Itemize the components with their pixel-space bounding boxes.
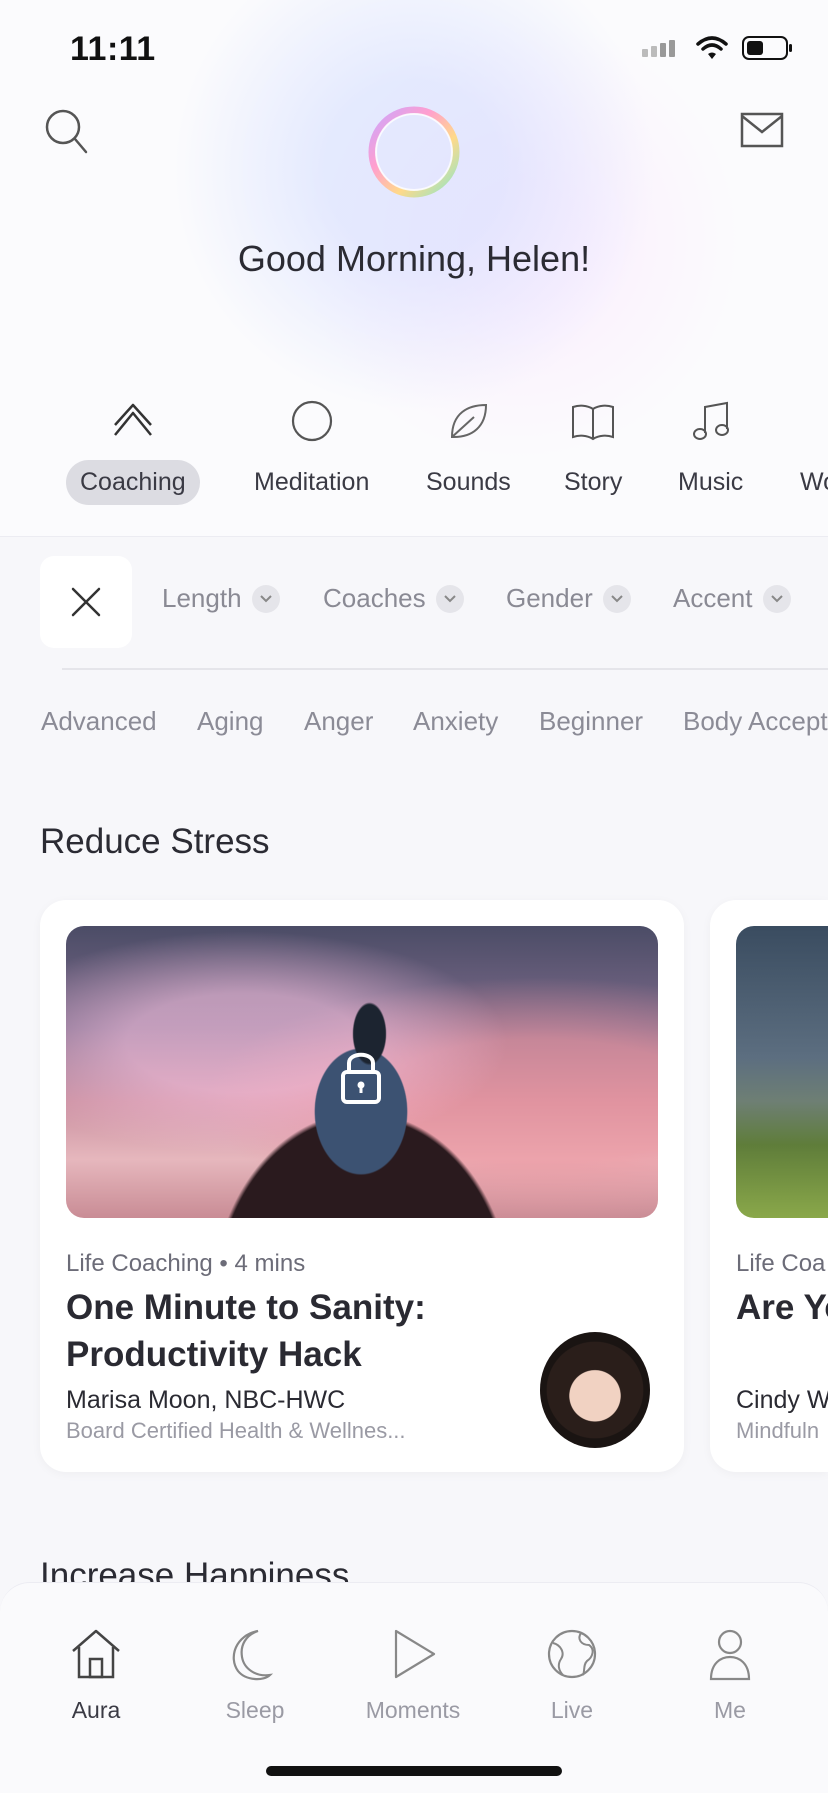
tab-label: Sounds [426, 468, 511, 496]
card-image [736, 926, 828, 1218]
nav-label: Live [550, 1697, 594, 1723]
chevron-down-icon [435, 584, 464, 613]
nav-live[interactable]: Live [512, 1627, 632, 1724]
play-icon [394, 1629, 436, 1679]
chevron-down-icon [762, 584, 791, 613]
battery-icon [742, 36, 792, 60]
nav-moments[interactable]: Moments [353, 1627, 473, 1724]
filter-label: Coaches [323, 583, 426, 613]
tag-aging[interactable]: Aging [197, 706, 264, 737]
tag-anxiety[interactable]: Anxiety [413, 706, 498, 737]
card-title: Are Yo [736, 1288, 828, 1327]
globe-icon [547, 1629, 597, 1679]
status-time: 11:11 [70, 30, 156, 68]
lock-icon [341, 1052, 381, 1104]
leaf-icon [443, 396, 493, 446]
clear-filters-button[interactable] [40, 556, 132, 648]
card-title: One Minute to Sanity: Productivity Hack [66, 1288, 426, 1374]
crown-icon [108, 396, 158, 446]
coach-name: Cindy W [736, 1386, 828, 1414]
divider [62, 668, 828, 670]
coach-title: Board Certified Health & Wellnes... [66, 1418, 406, 1443]
tag-advanced[interactable]: Advanced [41, 706, 157, 737]
aura-logo[interactable] [366, 104, 462, 200]
chevron-down-icon [251, 584, 280, 613]
nav-me[interactable]: Me [670, 1627, 790, 1724]
mail-button[interactable] [740, 110, 784, 150]
tag-anger[interactable]: Anger [304, 706, 373, 737]
section-title: Reduce Stress [40, 822, 270, 861]
nav-sleep[interactable]: Sleep [195, 1627, 315, 1724]
card-meta: Life Coaching • 4 mins [66, 1250, 306, 1277]
greeting: Good Morning, Helen! [237, 238, 591, 279]
nav-label: Aura [71, 1697, 121, 1723]
tab-music[interactable]: Music [664, 396, 757, 505]
tab-sounds[interactable]: Sounds [412, 396, 525, 505]
tab-story[interactable]: Story [550, 396, 636, 505]
search-button[interactable] [44, 108, 88, 154]
nav-label: Sleep [225, 1697, 285, 1723]
nav-label: Moments [365, 1697, 461, 1723]
person-icon [709, 1629, 751, 1681]
tab-label: Story [564, 468, 623, 496]
tab-label: Music [678, 468, 744, 496]
filter-label: Length [162, 583, 242, 613]
wifi-icon [696, 36, 728, 59]
card-image [66, 926, 658, 1218]
home-indicator [266, 1766, 562, 1776]
nav-label: Me [714, 1697, 746, 1723]
category-tabs: Coaching Meditation Sounds Story Music W [0, 396, 828, 506]
close-icon [71, 587, 101, 617]
music-note-icon [686, 396, 736, 446]
tab-more[interactable]: Wo [786, 396, 828, 505]
status-icons [642, 36, 794, 60]
chevron-down-icon [602, 584, 631, 613]
avatar [540, 1332, 650, 1448]
filter-gender[interactable]: Gender [506, 583, 631, 614]
tab-label: Coaching [66, 460, 200, 505]
tag-beginner[interactable]: Beginner [539, 706, 643, 737]
mail-icon [740, 112, 784, 148]
nav-aura[interactable]: Aura [36, 1627, 156, 1724]
tab-meditation[interactable]: Meditation [240, 396, 383, 505]
coach-title: Mindfuln [736, 1418, 820, 1443]
home-icon [72, 1629, 120, 1679]
filter-label: Gender [506, 583, 593, 613]
book-icon [568, 396, 618, 446]
moon-icon [232, 1629, 274, 1681]
tab-label: Wo [800, 468, 828, 496]
bottom-nav: Aura Sleep Moments Live Me [0, 1582, 828, 1793]
tab-label: Meditation [254, 468, 370, 496]
search-icon [45, 109, 88, 154]
content-card[interactable]: Life Coa Are Yo Cindy W Mindfuln [710, 900, 828, 1472]
card-meta: Life Coa [736, 1250, 826, 1277]
content-card[interactable]: Life Coaching • 4 mins One Minute to San… [40, 900, 684, 1472]
filter-coaches[interactable]: Coaches [323, 583, 464, 614]
aura-ring-logo [368, 106, 460, 198]
tab-coaching[interactable]: Coaching [66, 396, 200, 505]
filter-accent[interactable]: Accent [673, 583, 791, 614]
circle-icon [287, 396, 337, 446]
coach-name: Marisa Moon, NBC-HWC [66, 1386, 346, 1414]
tag-body-acceptance[interactable]: Body Accept [683, 706, 828, 737]
signal-icon [642, 40, 675, 57]
filter-label: Accent [673, 583, 753, 613]
filter-length[interactable]: Length [162, 583, 280, 614]
